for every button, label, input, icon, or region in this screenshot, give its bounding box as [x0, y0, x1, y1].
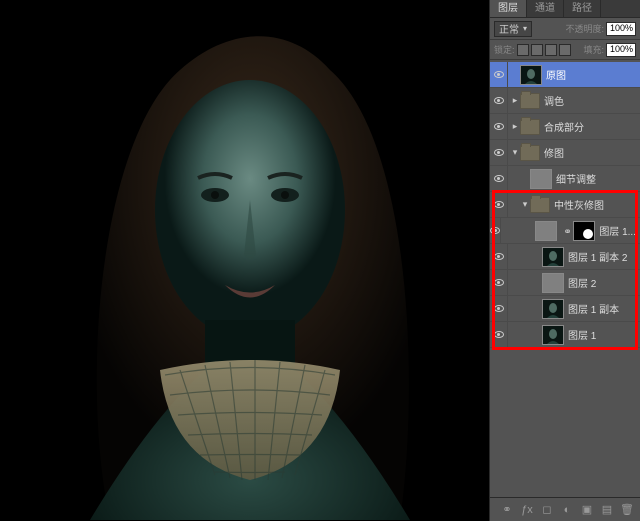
opacity-label: 不透明度:	[565, 22, 604, 35]
layer-group-row[interactable]: ▾ 中性灰修图	[490, 192, 640, 218]
layer-thumbnail	[542, 325, 564, 345]
eye-icon	[494, 331, 504, 338]
layer-thumbnail	[520, 65, 542, 85]
tab-paths[interactable]: 路径	[564, 0, 601, 17]
layer-thumbnail	[530, 169, 552, 189]
eye-icon	[494, 123, 504, 130]
folder-icon	[520, 93, 540, 109]
layer-row[interactable]: 原图	[490, 62, 640, 88]
portrait-image	[0, 0, 489, 521]
lock-transparency-icon[interactable]	[517, 44, 529, 56]
opacity-input[interactable]: 100%	[606, 22, 636, 36]
folder-icon	[520, 145, 540, 161]
new-layer-icon[interactable]: ▤	[600, 503, 614, 517]
layer-group-row[interactable]: ▸ 合成部分	[490, 114, 640, 140]
layer-thumbnail	[542, 247, 564, 267]
layer-thumbnail	[542, 299, 564, 319]
layer-group-row[interactable]: ▸ 调色	[490, 88, 640, 114]
lock-pixels-icon[interactable]	[531, 44, 543, 56]
layer-name-label: 图层 1 副本 2	[568, 249, 627, 264]
visibility-toggle[interactable]	[490, 322, 508, 347]
folder-icon	[530, 197, 550, 213]
eye-icon	[494, 253, 504, 260]
fill-label: 填充:	[583, 43, 604, 56]
visibility-toggle[interactable]	[490, 244, 508, 269]
tab-layers[interactable]: 图层	[490, 0, 527, 17]
layer-row[interactable]: ⚭ 图层 1...	[490, 218, 640, 244]
lock-position-icon[interactable]	[545, 44, 557, 56]
chevron-down-icon: ▾	[523, 24, 527, 33]
visibility-toggle[interactable]	[490, 192, 508, 217]
blend-mode-value: 正常	[499, 21, 519, 36]
layer-thumbnail	[542, 273, 564, 293]
eye-icon	[494, 175, 504, 182]
layer-name-label: 图层 2	[568, 275, 596, 290]
layer-name-label: 调色	[544, 93, 564, 108]
folder-icon	[520, 119, 540, 135]
layers-footer: ⚭ ƒx ◻ ◐ ▣ ▤ 🗑	[490, 497, 640, 521]
visibility-toggle[interactable]	[490, 218, 501, 243]
eye-icon	[494, 149, 504, 156]
layer-name-label: 合成部分	[544, 119, 584, 134]
layer-name-label: 原图	[546, 67, 566, 82]
disclosure-triangle-icon[interactable]: ▸	[510, 121, 520, 132]
layers-toolbar: 正常 ▾ 不透明度: 100%	[490, 18, 640, 40]
visibility-toggle[interactable]	[490, 270, 508, 295]
layer-name-label: 细节调整	[556, 171, 596, 186]
visibility-toggle[interactable]	[490, 296, 508, 321]
adjust-icon[interactable]: ◐	[560, 503, 574, 517]
disclosure-triangle-icon[interactable]: ▸	[510, 95, 520, 106]
disclosure-triangle-icon[interactable]: ▾	[510, 147, 520, 158]
eye-icon	[494, 279, 504, 286]
layer-name-label: 图层 1...	[599, 223, 636, 238]
visibility-toggle[interactable]	[490, 62, 508, 87]
layer-name-label: 修图	[544, 145, 564, 160]
lock-label: 锁定:	[494, 43, 515, 56]
layer-row[interactable]: 图层 2	[490, 270, 640, 296]
visibility-toggle[interactable]	[490, 88, 508, 113]
visibility-toggle[interactable]	[490, 140, 508, 165]
panel-tabs: 图层 通道 路径	[490, 0, 640, 18]
layer-name-label: 图层 1	[568, 327, 596, 342]
mask-icon[interactable]: ◻	[540, 503, 554, 517]
eye-icon	[494, 97, 504, 104]
layer-thumbnail	[535, 221, 557, 241]
layer-row[interactable]: 图层 1 副本	[490, 296, 640, 322]
layer-mask-thumbnail	[573, 221, 595, 241]
group-icon[interactable]: ▣	[580, 503, 594, 517]
eye-icon	[490, 227, 500, 234]
eye-icon	[494, 201, 504, 208]
layer-group-row[interactable]: ▾ 修图	[490, 140, 640, 166]
layer-name-label: 图层 1 副本	[568, 301, 619, 316]
layer-row[interactable]: 细节调整	[490, 166, 640, 192]
layer-row[interactable]: 图层 1	[490, 322, 640, 348]
visibility-toggle[interactable]	[490, 114, 508, 139]
eye-icon	[494, 305, 504, 312]
layers-panel: 图层 通道 路径 正常 ▾ 不透明度: 100% 锁定: 填充: 100% 原图…	[489, 0, 640, 521]
layer-row[interactable]: 图层 1 副本 2	[490, 244, 640, 270]
fill-input[interactable]: 100%	[606, 43, 636, 57]
layers-tree: 原图 ▸ 调色 ▸ 合成部分 ▾ 修图 细节调整 ▾ 中性灰修图 ⚭ 图层 1... 图层 1 副…	[490, 60, 640, 497]
fx-icon[interactable]: ƒx	[520, 503, 534, 517]
lock-all-icon[interactable]	[559, 44, 571, 56]
link-icon: ⚭	[563, 227, 571, 235]
document-canvas[interactable]	[0, 0, 489, 521]
blend-mode-select[interactable]: 正常 ▾	[494, 21, 532, 37]
tab-channels[interactable]: 通道	[527, 0, 564, 17]
eye-icon	[494, 71, 504, 78]
link-layers-icon[interactable]: ⚭	[500, 503, 514, 517]
disclosure-triangle-icon[interactable]: ▾	[520, 199, 530, 210]
visibility-toggle[interactable]	[490, 166, 508, 191]
lock-toolbar: 锁定: 填充: 100%	[490, 40, 640, 60]
trash-icon[interactable]: 🗑	[620, 503, 634, 517]
layer-name-label: 中性灰修图	[554, 197, 604, 212]
